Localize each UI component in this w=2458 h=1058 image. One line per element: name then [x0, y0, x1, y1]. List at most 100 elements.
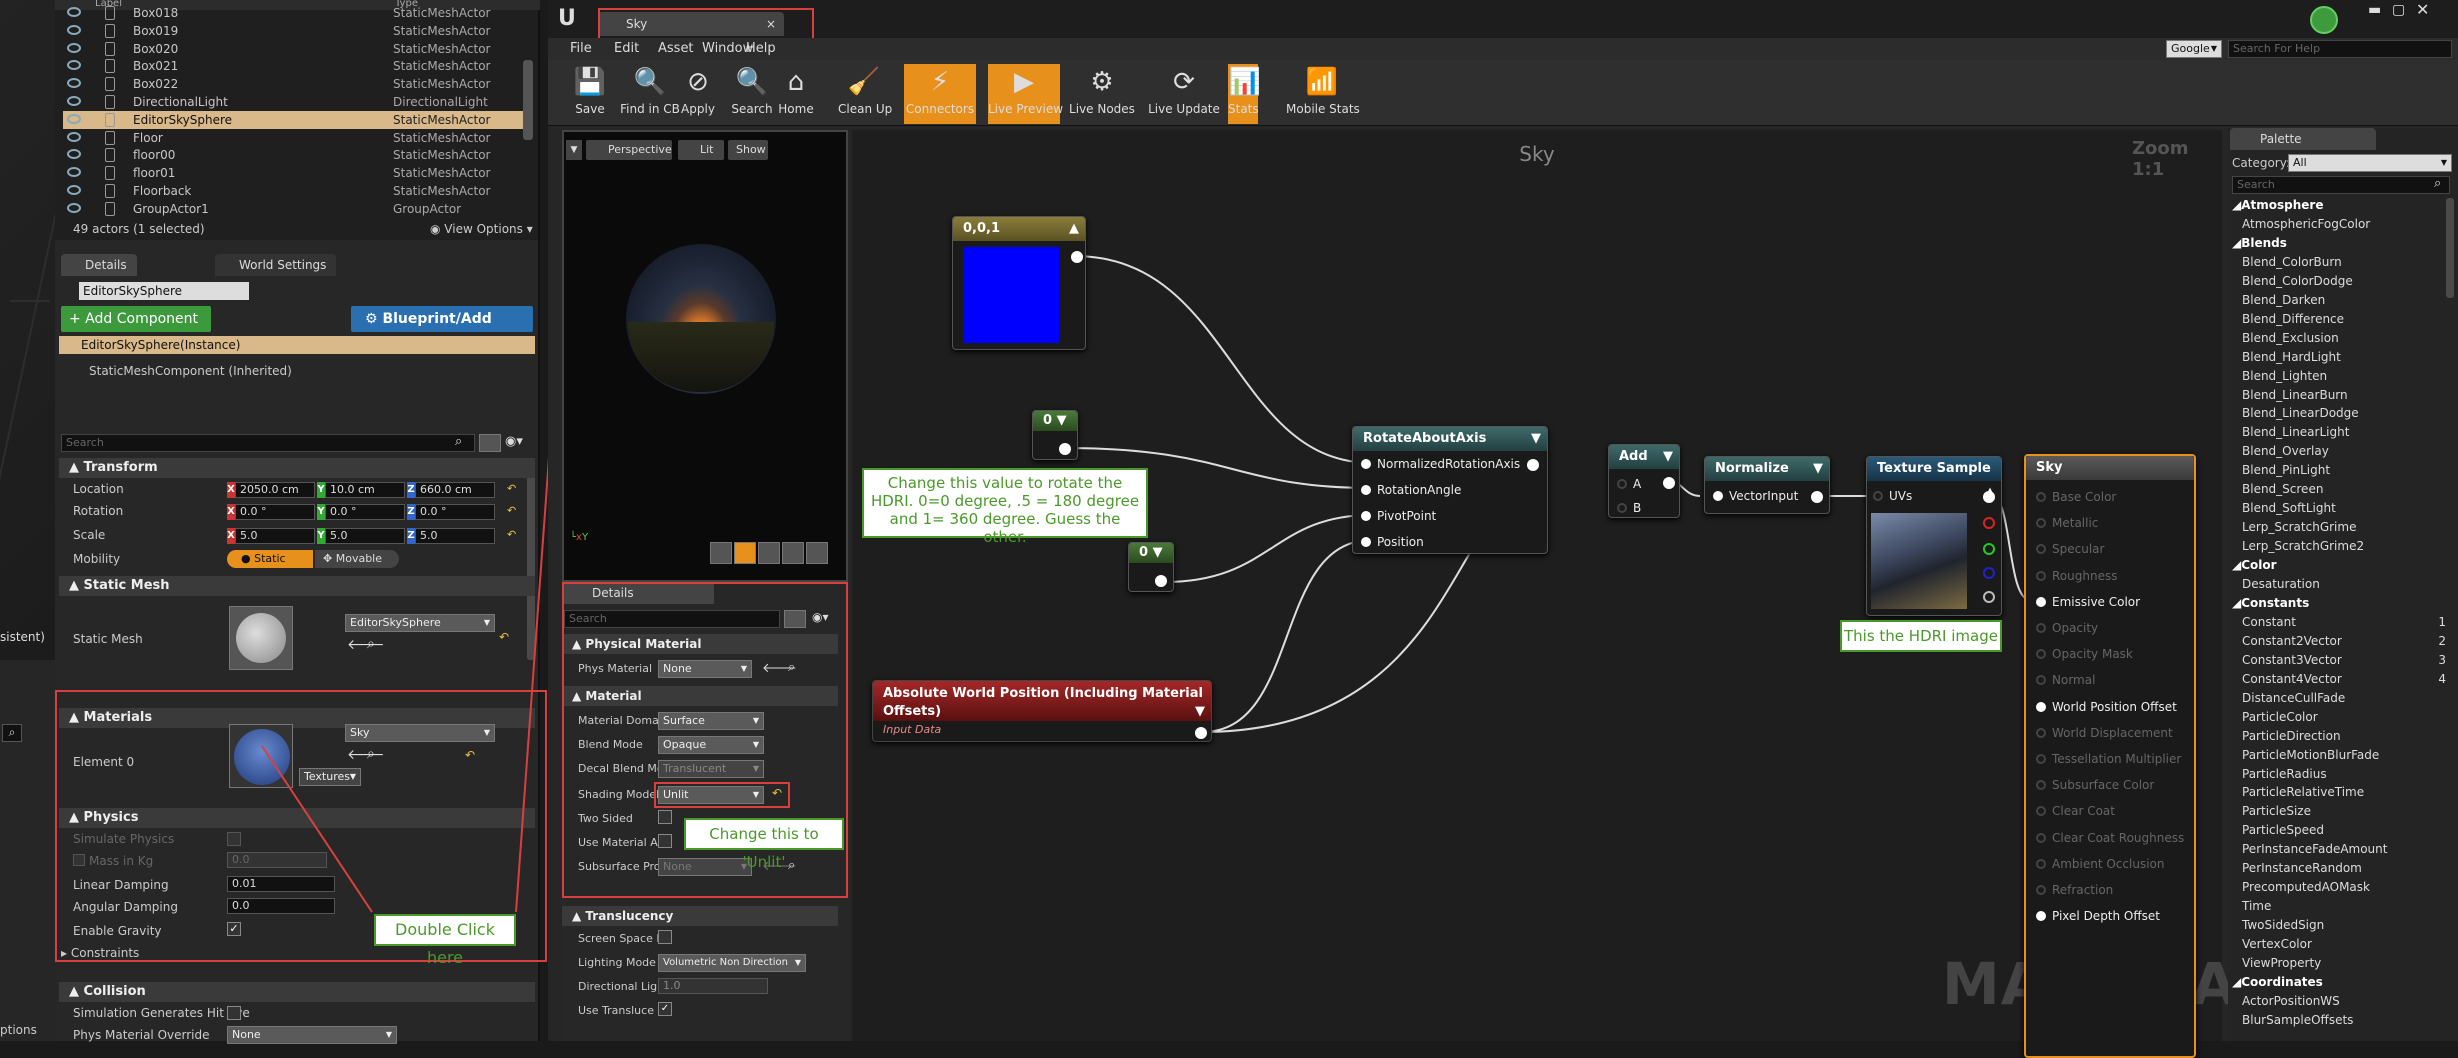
view-options-button[interactable]: ◉ View Options ▾ — [430, 222, 533, 236]
close-icon[interactable]: × — [766, 12, 776, 36]
sky-pin-opacity-mask[interactable]: Opacity Mask — [2036, 647, 2133, 661]
preview-viewport[interactable]: ▼ Perspective Lit Show └xY — [562, 130, 848, 582]
constraints-label[interactable]: ▸ Constraints — [61, 946, 139, 960]
visibility-eye-icon[interactable] — [67, 96, 81, 106]
category-dropdown[interactable]: All — [2288, 154, 2452, 172]
visibility-eye-icon[interactable] — [67, 185, 81, 195]
sky-pin-clear-coat-roughness[interactable]: Clear Coat Roughness — [2036, 831, 2184, 845]
sky-pin-opacity[interactable]: Opacity — [2036, 621, 2098, 635]
node-constant3[interactable]: 0,0,1 ▲ — [952, 216, 1086, 350]
menu-help[interactable]: Help — [746, 41, 776, 56]
menu-file[interactable]: File — [570, 41, 592, 56]
add-component-button[interactable]: + Add Component — [61, 306, 211, 332]
output-pin[interactable] — [1811, 491, 1823, 503]
outliner-row[interactable]: Box021 StaticMeshActor — [63, 57, 523, 75]
outliner-row[interactable]: floor00 StaticMeshActor — [63, 146, 523, 164]
material-thumbnail[interactable] — [229, 724, 293, 788]
visibility-eye-icon[interactable] — [67, 24, 81, 35]
mobile-stats-button[interactable]: 📶 Mobile Stats — [1286, 64, 1360, 124]
browse-icon[interactable]: ⌕ — [788, 858, 795, 873]
static-toggle[interactable]: ● Static — [227, 550, 313, 568]
options-label[interactable]: ptions — [0, 1023, 37, 1037]
palette-category[interactable]: ◢Constants — [2232, 596, 2309, 610]
sky-pin-tessellation-multiplier[interactable]: Tessellation Multiplier — [2036, 752, 2181, 766]
subsurface-dropdown[interactable]: None — [658, 858, 752, 876]
search-icon[interactable]: ⌕ — [2, 724, 22, 742]
menu-asset[interactable]: Asset — [658, 41, 694, 56]
tab-sky[interactable]: Sky × — [598, 12, 784, 36]
connectors-button[interactable]: ⚡ Connectors — [904, 64, 976, 124]
palette-category[interactable]: ◢Color — [2232, 558, 2277, 572]
pin-vector-input[interactable]: VectorInput — [1713, 489, 1798, 503]
component-row[interactable]: StaticMeshComponent (Inherited) — [89, 364, 292, 378]
palette-item[interactable]: Constant — [2242, 615, 2296, 629]
palette-item[interactable]: ParticleDirection — [2242, 729, 2341, 743]
details-search-input[interactable]: Search — [61, 434, 475, 452]
location-z-field[interactable]: 660.0 cm — [415, 482, 495, 498]
perspective-button[interactable]: Perspective — [586, 140, 672, 160]
shading-model-dropdown[interactable]: Unlit — [658, 786, 764, 804]
palette-item[interactable]: Blend_Lighten — [2242, 369, 2327, 383]
browse-icon[interactable]: ⌕ — [367, 746, 375, 762]
reset-icon[interactable]: ↶ — [465, 748, 475, 762]
palette-item[interactable]: Blend_Screen — [2242, 482, 2323, 496]
collision-section[interactable]: ▲ Collision — [59, 982, 535, 1002]
output-pin[interactable] — [1195, 727, 1207, 739]
pin-b[interactable]: B — [1617, 501, 1641, 515]
node-add[interactable]: Add ▼ A B — [1608, 444, 1680, 518]
pin-pivot-point[interactable]: PivotPoint — [1361, 509, 1436, 523]
sky-pin-roughness[interactable]: Roughness — [2036, 569, 2117, 583]
help-search-input[interactable]: Search For Help — [2228, 40, 2452, 58]
palette-item[interactable]: Constant4Vector — [2242, 672, 2342, 686]
palette-item[interactable]: AtmosphericFogColor — [2242, 217, 2370, 231]
home-button[interactable]: ⌂ Home — [770, 64, 822, 124]
sphere-icon[interactable] — [734, 542, 756, 564]
palette-item[interactable]: Lerp_ScratchGrime2 — [2242, 539, 2364, 553]
palette-item[interactable]: ParticleSpeed — [2242, 823, 2324, 837]
palette-item[interactable]: Blend_Difference — [2242, 312, 2344, 326]
palette-item[interactable]: Blend_Exclusion — [2242, 331, 2339, 345]
grid-view-icon[interactable] — [784, 610, 806, 628]
two-sided-checkbox[interactable] — [658, 810, 672, 824]
use-material-checkbox[interactable] — [658, 834, 672, 848]
location-y-field[interactable]: 10.0 cm — [325, 482, 405, 498]
sky-pin-clear-coat[interactable]: Clear Coat — [2036, 804, 2115, 818]
mass-field[interactable]: 0.0 — [227, 852, 327, 868]
physics-section[interactable]: ▲ Physics — [59, 808, 535, 828]
outliner-row[interactable]: Box022 StaticMeshActor — [63, 75, 523, 93]
grid-view-icon[interactable] — [479, 434, 501, 452]
palette-item[interactable]: Desaturation — [2242, 577, 2320, 591]
sim-hit-checkbox[interactable] — [227, 1006, 241, 1020]
palette-item[interactable]: VertexColor — [2242, 937, 2312, 951]
rotation-y-field[interactable]: 0.0 ° — [325, 504, 405, 520]
palette-item[interactable]: Blend_LinearDodge — [2242, 406, 2359, 420]
palette-item[interactable]: PerInstanceFadeAmount — [2242, 842, 2387, 856]
domain-dropdown[interactable]: Surface — [658, 712, 764, 730]
instance-row[interactable]: EditorSkySphere(Instance) — [59, 336, 535, 354]
node-rotate-about-axis[interactable]: RotateAboutAxis ▼ NormalizedRotationAxis… — [1352, 426, 1548, 554]
pin-rotation-angle[interactable]: RotationAngle — [1361, 483, 1461, 497]
minimize-icon[interactable]: ▬ — [2368, 2, 2381, 18]
stats-button[interactable]: 📊 Stats — [1228, 64, 1261, 124]
mat-details-search[interactable]: Search — [564, 610, 780, 628]
visibility-eye-icon[interactable] — [67, 42, 81, 53]
pin-normalized-rotation-axis[interactable]: NormalizedRotationAxis — [1361, 457, 1520, 471]
palette-item[interactable]: ParticleSize — [2242, 804, 2311, 818]
outliner-row[interactable]: EditorSkySphere StaticMeshActor — [63, 110, 523, 129]
node-scalar-2[interactable]: 0 ▼ — [1128, 542, 1174, 592]
reset-icon[interactable]: ↶ — [499, 630, 509, 644]
palette-item[interactable]: ParticleMotionBlurFade — [2242, 748, 2379, 762]
material-graph[interactable]: Sky Zoom 1:1 MATERIAL 0,0,1 ▲ 0 ▼ 0 ▼ Ro… — [852, 130, 2274, 1058]
outliner-row[interactable]: Box019 StaticMeshActor — [63, 22, 523, 40]
outliner-row[interactable]: Floorback StaticMeshActor — [63, 182, 523, 200]
outliner-row[interactable]: floor01 StaticMeshActor — [63, 164, 523, 182]
menu-edit[interactable]: Edit — [614, 41, 639, 56]
palette-item[interactable]: Blend_PinLight — [2242, 463, 2330, 477]
outliner-row[interactable]: DirectionalLight DirectionalLight — [63, 93, 523, 111]
lighting-mode-dropdown[interactable]: Volumetric Non Direction — [658, 954, 806, 972]
palette-item[interactable]: Blend_ColorBurn — [2242, 255, 2342, 269]
visibility-eye-icon[interactable] — [67, 131, 81, 142]
palette-item[interactable]: BlurSampleOffsets — [2242, 1013, 2353, 1027]
node-normalize[interactable]: Normalize ▼ VectorInput — [1704, 456, 1830, 514]
palette-item[interactable]: DistanceCullFade — [2242, 691, 2345, 705]
